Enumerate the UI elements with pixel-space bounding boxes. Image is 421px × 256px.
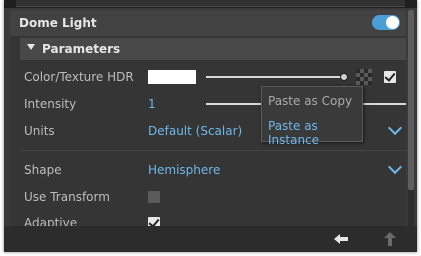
section-divider: [20, 150, 406, 151]
shape-chevron-down-icon[interactable]: [387, 159, 403, 175]
scrollbar-thumb[interactable]: [408, 10, 414, 190]
panel-footer: [4, 226, 417, 252]
paste-as-instance-item[interactable]: Paste as Instance: [262, 114, 362, 147]
use-transform-row: Use Transform: [20, 186, 406, 208]
units-dropdown[interactable]: Default (Scalar): [148, 124, 242, 138]
intensity-label: Intensity: [24, 97, 77, 111]
paste-as-instance-label: Paste as Instance: [268, 119, 320, 147]
adaptive-label: Adaptive: [24, 216, 78, 226]
collapse-triangle-icon[interactable]: [27, 44, 35, 50]
vertical-scrollbar[interactable]: [408, 10, 414, 226]
up-arrow-icon[interactable]: [384, 232, 396, 246]
color-slider-track[interactable]: [206, 76, 344, 78]
panel-header[interactable]: Dome Light: [10, 10, 406, 36]
units-chevron-down-icon[interactable]: [387, 120, 403, 136]
shape-label: Shape: [24, 163, 62, 177]
parameters-section-header[interactable]: Parameters: [20, 38, 406, 60]
top-strip: [4, 0, 417, 8]
color-swatch[interactable]: [148, 70, 196, 84]
paste-as-copy-label: Paste as Copy: [268, 94, 353, 108]
dome-light-window: Dome Light Parameters Color/Texture HDR …: [4, 0, 417, 252]
enable-toggle[interactable]: [372, 15, 400, 30]
adaptive-row: Adaptive: [20, 212, 406, 226]
units-label: Units: [24, 124, 55, 138]
paste-context-menu: Paste as Copy Paste as Instance: [261, 86, 363, 147]
color-slider-handle[interactable]: [340, 73, 348, 81]
color-texture-label: Color/Texture HDR: [24, 70, 134, 84]
panel-title: Dome Light: [19, 16, 97, 30]
shape-row: Shape Hemisphere: [20, 159, 406, 181]
intensity-value[interactable]: 1: [148, 97, 156, 111]
use-transform-label: Use Transform: [24, 190, 110, 204]
color-texture-checkbox[interactable]: [384, 71, 396, 83]
shape-dropdown[interactable]: Hemisphere: [148, 163, 220, 177]
color-texture-row: Color/Texture HDR: [20, 66, 406, 88]
paste-as-copy-item[interactable]: Paste as Copy: [262, 89, 362, 113]
use-transform-checkbox[interactable]: [148, 191, 160, 203]
texture-map-icon[interactable]: [356, 69, 372, 85]
adaptive-checkbox[interactable]: [148, 217, 160, 226]
back-arrow-icon[interactable]: [334, 234, 348, 244]
parameters-label: Parameters: [42, 42, 121, 56]
toggle-knob: [386, 16, 399, 29]
